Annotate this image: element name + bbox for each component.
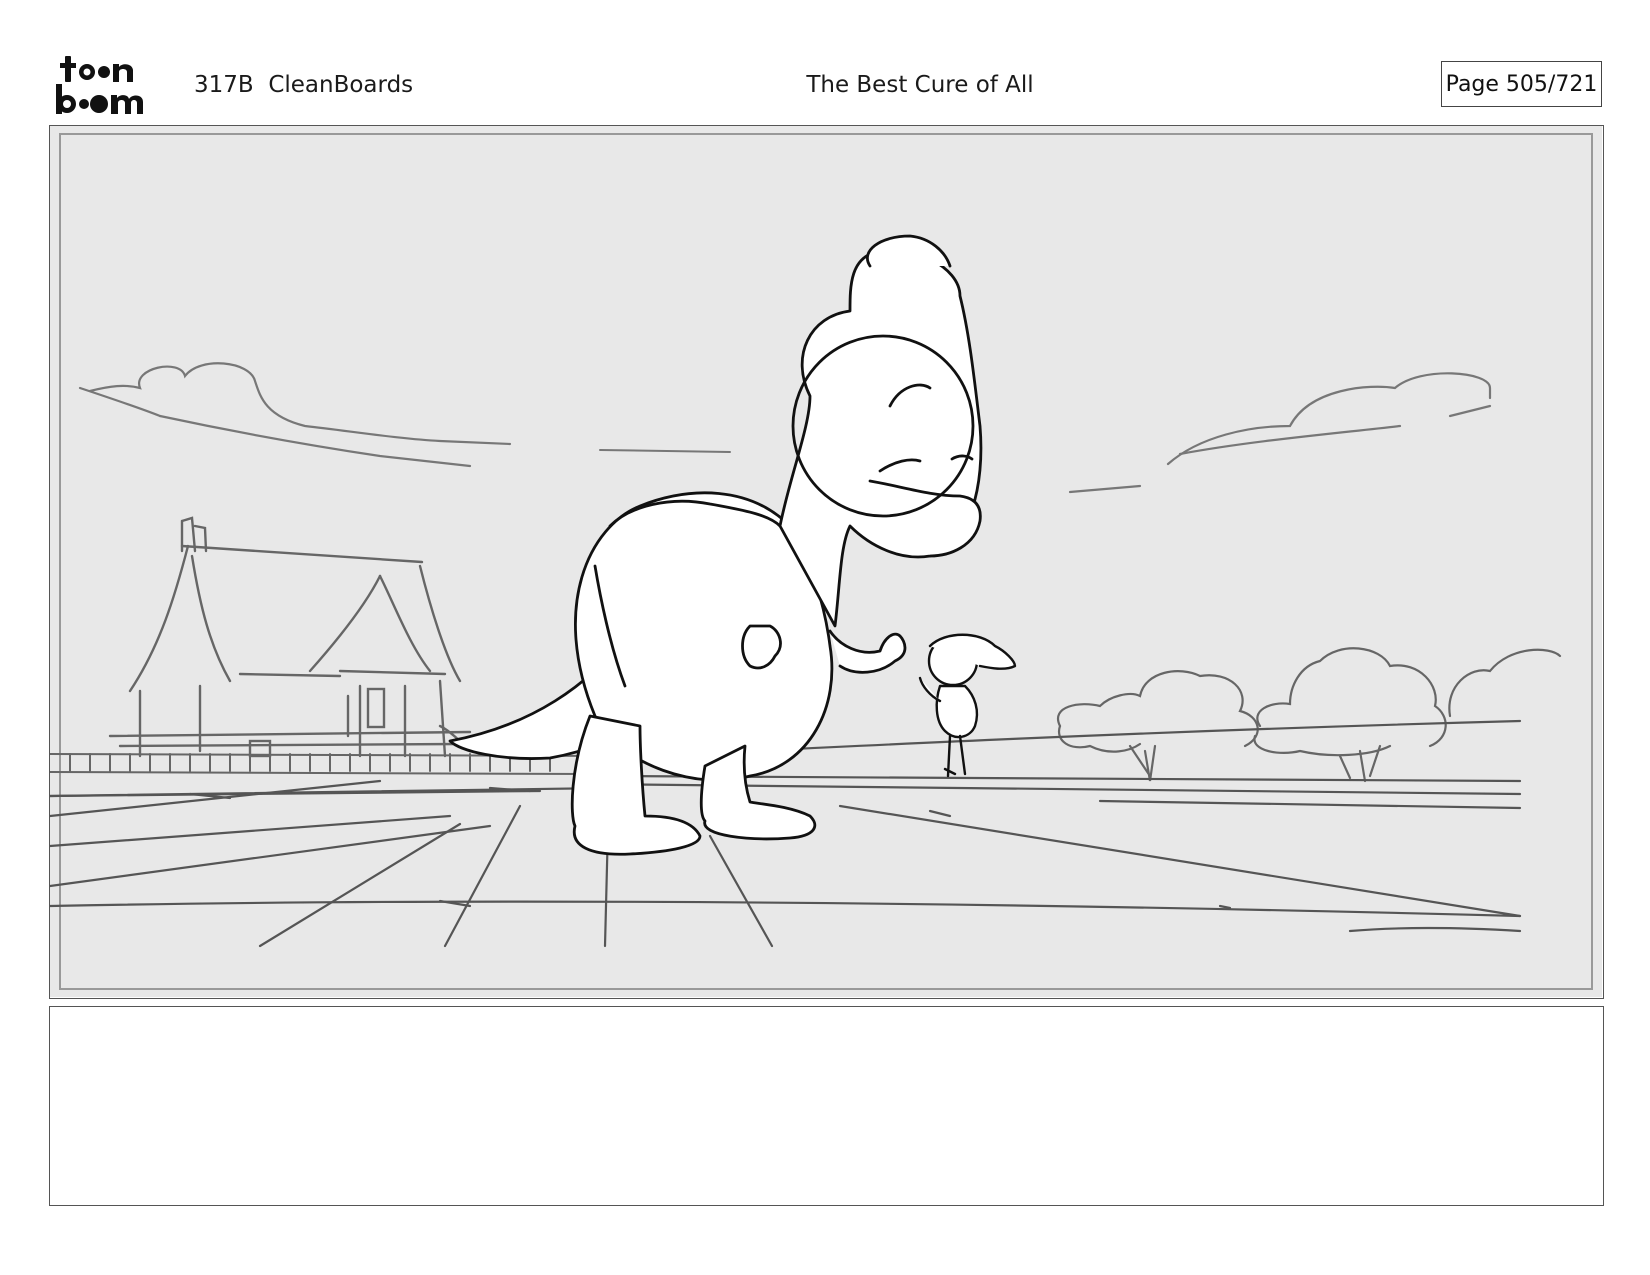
storyboard-panel: [49, 125, 1604, 999]
title-text: The Best Cure of All: [806, 72, 1034, 98]
page-number: Page 505/721: [1445, 71, 1598, 97]
document-title: The Best Cure of All: [0, 70, 1650, 100]
panel-drawing: [50, 126, 1602, 997]
panel-notes-box: [49, 1006, 1604, 1206]
page-indicator: Page 505/721: [1441, 61, 1602, 107]
